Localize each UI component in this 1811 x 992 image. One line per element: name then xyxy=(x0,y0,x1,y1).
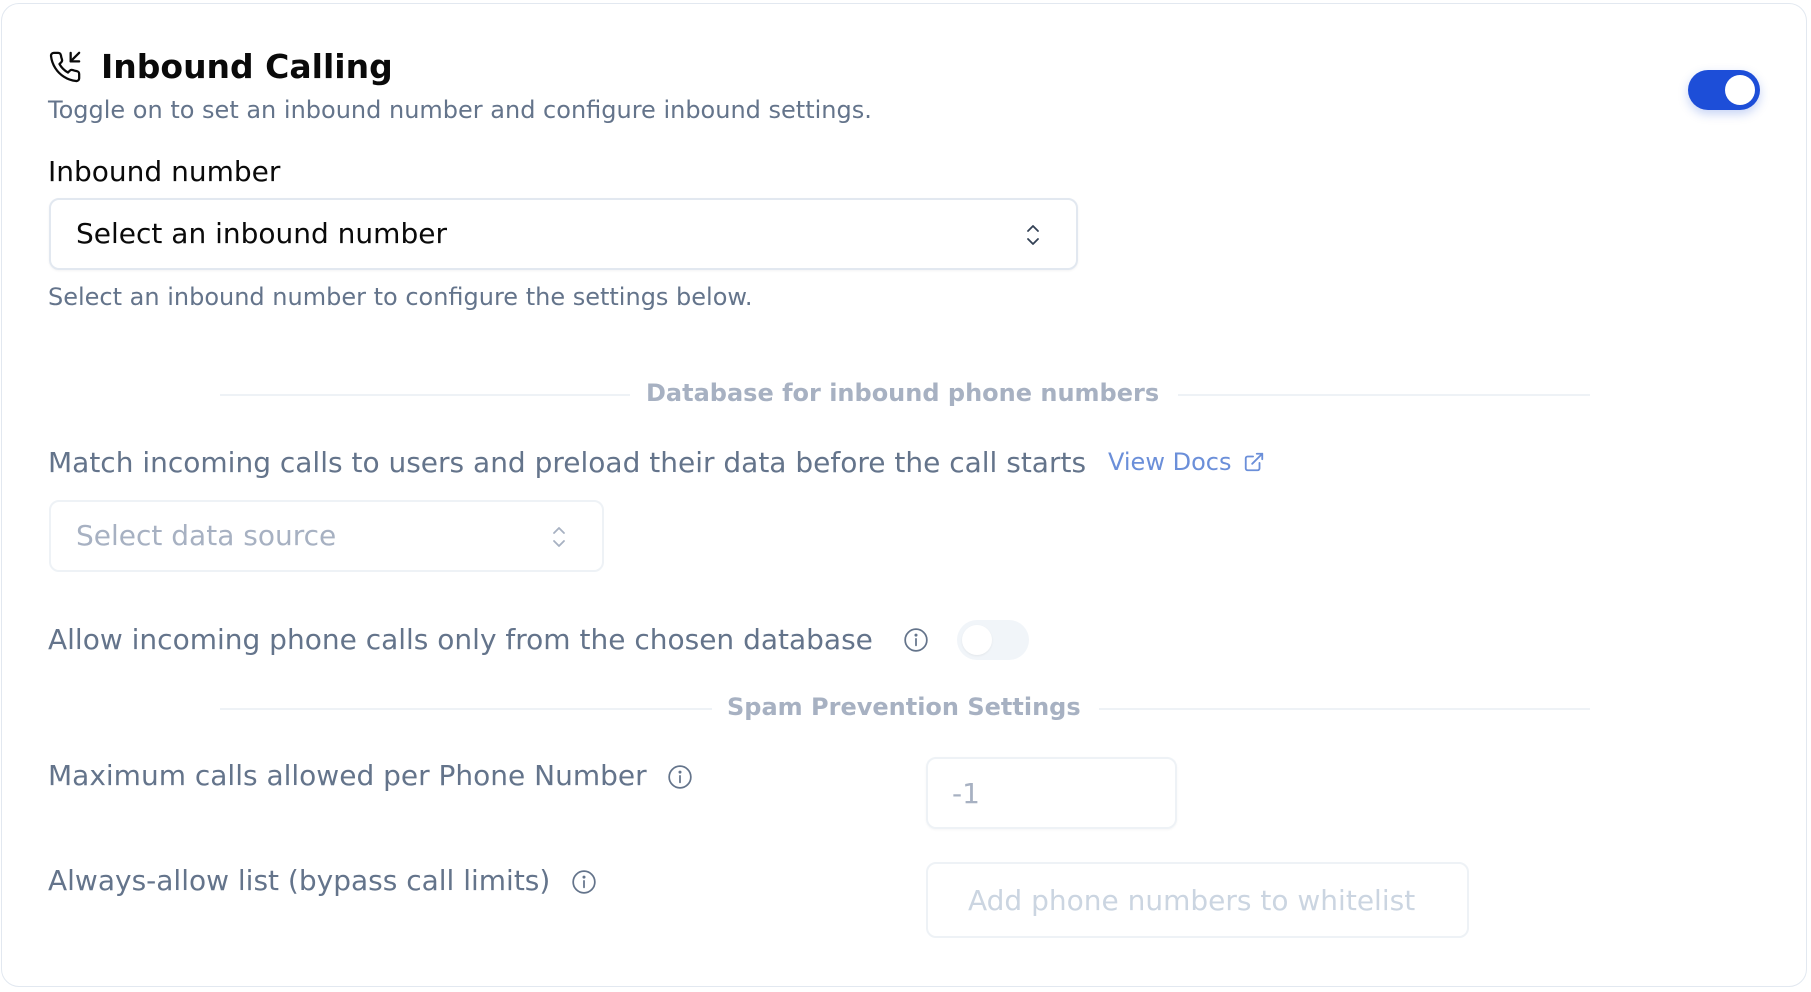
phone-incoming-icon xyxy=(49,51,81,83)
max-calls-input[interactable]: -1 xyxy=(926,757,1177,829)
toggle-knob xyxy=(1725,75,1755,105)
inbound-number-placeholder: Select an inbound number xyxy=(76,217,447,250)
allow-only-database-label: Allow incoming phone calls only from the… xyxy=(48,623,873,656)
inbound-number-label: Inbound number xyxy=(48,155,281,188)
info-icon[interactable] xyxy=(903,627,929,653)
divider-line xyxy=(220,394,630,396)
allow-only-database-toggle[interactable] xyxy=(957,620,1029,660)
max-calls-label: Maximum calls allowed per Phone Number xyxy=(48,759,647,792)
whitelist-placeholder: Add phone numbers to whitelist xyxy=(968,884,1416,917)
max-calls-value: -1 xyxy=(952,777,980,810)
view-docs-link[interactable]: View Docs xyxy=(1108,447,1231,477)
data-source-select[interactable]: Select data source xyxy=(49,500,604,572)
info-icon[interactable] xyxy=(571,869,597,895)
spam-section-heading: Spam Prevention Settings xyxy=(727,693,1081,721)
inbound-number-helper: Select an inbound number to configure th… xyxy=(48,283,753,311)
section-subtitle: Toggle on to set an inbound number and c… xyxy=(48,96,872,124)
database-description: Match incoming calls to users and preloa… xyxy=(48,446,1087,479)
toggle-knob xyxy=(962,625,992,655)
inbound-number-select[interactable]: Select an inbound number xyxy=(49,198,1078,270)
whitelist-label: Always-allow list (bypass call limits) xyxy=(48,864,551,897)
divider-line xyxy=(1099,708,1590,710)
external-link-icon[interactable] xyxy=(1243,451,1265,473)
whitelist-input[interactable]: Add phone numbers to whitelist xyxy=(926,862,1469,938)
inbound-calling-toggle[interactable] xyxy=(1688,70,1760,110)
info-icon[interactable] xyxy=(667,764,693,790)
chevron-up-down-icon xyxy=(553,527,565,547)
divider-line xyxy=(1178,394,1590,396)
section-title: Inbound Calling xyxy=(101,47,393,86)
database-section-heading: Database for inbound phone numbers xyxy=(646,379,1160,407)
data-source-placeholder: Select data source xyxy=(76,519,337,552)
inbound-calling-card xyxy=(1,3,1807,987)
chevron-up-down-icon xyxy=(1027,225,1039,245)
divider-line xyxy=(220,708,712,710)
